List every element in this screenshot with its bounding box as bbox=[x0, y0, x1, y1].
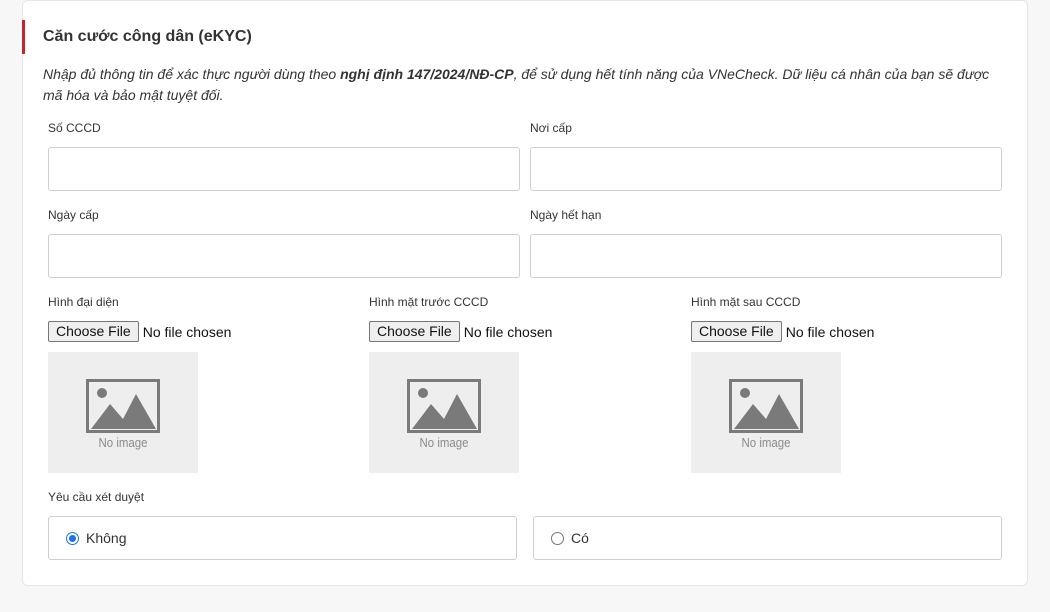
section-title: Căn cước công dân (eKYC) bbox=[43, 28, 252, 45]
ngay-het-han-input[interactable] bbox=[530, 234, 1002, 278]
cccd-back-upload-label: Hình mặt sau CCCD bbox=[691, 295, 801, 309]
cccd-back-image-placeholder: No image bbox=[691, 352, 841, 473]
review-request-label: Yêu cầu xét duyệt bbox=[48, 490, 145, 504]
ngay-cap-input[interactable] bbox=[48, 234, 520, 278]
radio-yes-button[interactable] bbox=[551, 531, 564, 545]
avatar-file-status: No file chosen bbox=[142, 323, 232, 340]
review-option-no[interactable]: Không bbox=[48, 516, 517, 560]
noi-cap-input[interactable] bbox=[530, 147, 1002, 191]
ngay-het-han-label: Ngày hết hạn bbox=[530, 208, 602, 222]
radio-no-button[interactable] bbox=[66, 531, 79, 545]
cccd-front-file-status: No file chosen bbox=[463, 323, 553, 340]
avatar-choose-file-button[interactable]: Choose File bbox=[48, 321, 139, 342]
cccd-back-choose-file-button[interactable]: Choose File bbox=[691, 321, 782, 342]
desc-text-1: Nhập đủ thông tin để xác thực người dùng… bbox=[43, 66, 341, 82]
ngay-cap-label: Ngày cấp bbox=[48, 208, 99, 222]
cccd-back-file-input[interactable]: Choose File No file chosen bbox=[691, 321, 874, 342]
radio-no-label: Không bbox=[86, 530, 127, 546]
no-image-icon bbox=[729, 379, 803, 433]
no-image-text: No image bbox=[741, 435, 791, 450]
cccd-front-image-placeholder: No image bbox=[369, 352, 519, 473]
no-image-text: No image bbox=[98, 435, 148, 450]
so-cccd-input[interactable] bbox=[48, 147, 520, 191]
review-option-yes[interactable]: Có bbox=[533, 516, 1002, 560]
avatar-file-input[interactable]: Choose File No file chosen bbox=[48, 321, 231, 342]
avatar-upload-label: Hình đại diện bbox=[48, 295, 119, 309]
radio-yes-label: Có bbox=[571, 530, 589, 546]
no-image-icon bbox=[86, 379, 160, 433]
cccd-back-file-status: No file chosen bbox=[785, 323, 875, 340]
cccd-front-choose-file-button[interactable]: Choose File bbox=[369, 321, 460, 342]
cccd-front-file-input[interactable]: Choose File No file chosen bbox=[369, 321, 552, 342]
section-description: Nhập đủ thông tin để xác thực người dùng… bbox=[43, 64, 1003, 106]
title-accent-bar bbox=[22, 20, 25, 54]
avatar-image-placeholder: No image bbox=[48, 352, 198, 473]
so-cccd-label: Số CCCD bbox=[48, 121, 101, 135]
no-image-text: No image bbox=[419, 435, 469, 450]
noi-cap-label: Nơi cấp bbox=[530, 121, 572, 135]
cccd-front-upload-label: Hình mặt trước CCCD bbox=[369, 295, 489, 309]
desc-decree: nghị định 147/2024/NĐ-CP bbox=[340, 66, 514, 82]
no-image-icon bbox=[407, 379, 481, 433]
